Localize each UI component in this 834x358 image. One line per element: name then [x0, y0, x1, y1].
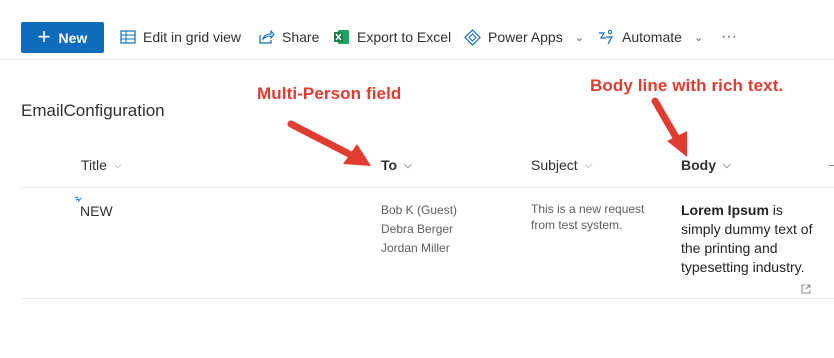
chevron-down-icon: ⌄ [574, 31, 584, 44]
new-button-label: New [58, 29, 88, 46]
chevron-down-icon: ⌵ [584, 159, 593, 171]
command-bar: + New Edit in grid view Share Export to … [0, 0, 834, 60]
excel-icon [334, 30, 349, 44]
annotation-body-rich-text: Body line with rich text. [590, 76, 784, 95]
chevron-down-icon: ⌵ [404, 159, 412, 171]
power-apps-icon [464, 28, 481, 46]
chevron-down-icon: ⌵ [113, 159, 122, 171]
row-divider [21, 298, 834, 299]
power-apps-button[interactable]: Power Apps ⌄ [464, 27, 584, 47]
column-header-label: To [381, 157, 398, 173]
row-body-rich-text: Lorem Ipsum is simply dummy text of the … [681, 201, 821, 281]
export-excel-button[interactable]: Export to Excel [333, 27, 451, 47]
chevron-down-icon: ⌄ [693, 31, 704, 44]
more-icon: ··· [721, 28, 737, 45]
column-header-to[interactable]: To ⌵ [381, 157, 412, 173]
share-button[interactable]: Share [258, 27, 319, 47]
expand-icon[interactable] [800, 283, 812, 295]
share-icon [259, 29, 275, 44]
row-to-people: Bob K (Guest) Debra Berger Jordan Miller [381, 201, 457, 258]
body-bold-text: Lorem Ipsum [681, 202, 769, 218]
edit-grid-view-button[interactable]: Edit in grid view [120, 27, 241, 47]
power-apps-label: Power Apps [488, 29, 563, 45]
person-link[interactable]: Debra Berger [381, 220, 457, 239]
automate-icon [599, 29, 614, 44]
row-title-link[interactable]: NEW [80, 203, 113, 219]
automate-button[interactable]: Automate ⌄ [597, 27, 703, 47]
share-label: Share [282, 29, 320, 45]
column-header-subject[interactable]: Subject ⌵ [531, 157, 592, 173]
arrow-icon [287, 120, 371, 166]
column-header-label: Title [81, 157, 107, 173]
page-title: EmailConfiguration [21, 101, 165, 120]
person-link[interactable]: Bob K (Guest) [381, 201, 457, 220]
annotation-multi-person: Multi-Person field [257, 84, 402, 103]
person-link[interactable]: Jordan Miller [381, 239, 457, 258]
column-divider [829, 165, 834, 166]
row-subject: This is a new request from test system. [531, 202, 645, 232]
more-options-button[interactable]: ··· [721, 27, 737, 47]
edit-grid-view-label: Edit in grid view [143, 29, 242, 45]
automate-label: Automate [622, 29, 682, 45]
column-header-label: Subject [531, 157, 578, 173]
arrow-icon [651, 97, 687, 157]
chevron-down-icon: ⌵ [723, 159, 731, 171]
column-header-title[interactable]: Title ⌵ [81, 157, 122, 173]
grid-icon [120, 30, 136, 44]
new-button[interactable]: + New [21, 22, 104, 53]
export-excel-label: Export to Excel [357, 29, 452, 45]
header-divider [21, 187, 834, 188]
plus-icon: + [37, 23, 51, 49]
